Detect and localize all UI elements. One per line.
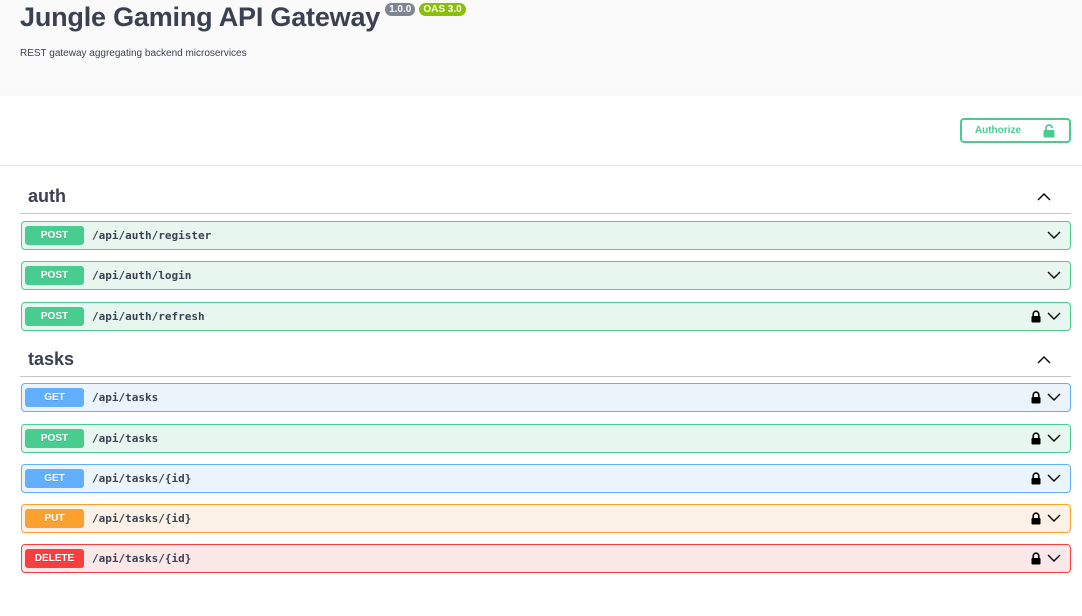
- chevron-down-icon: [1047, 312, 1061, 320]
- method-badge: GET: [25, 469, 84, 488]
- scheme-container: [0, 96, 1082, 166]
- operation-path: /api/tasks/{id}: [92, 512, 192, 525]
- lock-icon[interactable]: [1031, 432, 1041, 445]
- version-badge: 1.0.0: [385, 3, 416, 16]
- operation-icons: [1031, 432, 1061, 445]
- tag-header-auth[interactable]: auth: [20, 180, 1071, 214]
- method-badge: POST: [25, 226, 84, 245]
- operation-post-api-auth-register[interactable]: POST /api/auth/register: [21, 221, 1071, 250]
- lock-icon[interactable]: [1031, 552, 1041, 565]
- chevron-down-icon: [1047, 434, 1061, 442]
- operation-delete-api-tasks-id[interactable]: DELETE /api/tasks/{id}: [21, 544, 1071, 573]
- operation-path: /api/tasks/{id}: [92, 552, 192, 565]
- info-header: Jungle Gaming API Gateway 1.0.0 OAS 3.0 …: [0, 0, 1082, 96]
- operation-post-api-tasks[interactable]: POST /api/tasks: [21, 424, 1071, 453]
- operation-icons: [1031, 472, 1061, 485]
- lock-icon[interactable]: [1031, 512, 1041, 525]
- authorize-button[interactable]: Authorize: [960, 118, 1071, 143]
- lock-icon[interactable]: [1031, 391, 1041, 404]
- chevron-down-icon: [1047, 231, 1061, 239]
- operation-post-api-auth-login[interactable]: POST /api/auth/login: [21, 261, 1071, 290]
- lock-icon[interactable]: [1031, 310, 1041, 323]
- page-title: Jungle Gaming API Gateway: [20, 2, 381, 32]
- method-badge: POST: [25, 307, 84, 326]
- tag-name: tasks: [28, 349, 75, 369]
- operation-path: /api/tasks: [92, 391, 159, 404]
- operation-put-api-tasks-id[interactable]: PUT /api/tasks/{id}: [21, 504, 1071, 533]
- chevron-up-icon: [1037, 193, 1051, 201]
- operation-get-api-tasks-id[interactable]: GET /api/tasks/{id}: [21, 464, 1071, 493]
- operation-path: /api/tasks/{id}: [92, 472, 192, 485]
- method-badge: GET: [25, 388, 84, 407]
- chevron-down-icon: [1047, 393, 1061, 401]
- operation-get-api-tasks[interactable]: GET /api/tasks: [21, 383, 1071, 412]
- operation-post-api-auth-refresh[interactable]: POST /api/auth/refresh: [21, 302, 1071, 331]
- operation-icons: [1047, 231, 1061, 240]
- tag-name: auth: [28, 186, 66, 206]
- operation-path: /api/auth/register: [92, 229, 212, 242]
- chevron-down-icon: [1047, 474, 1061, 482]
- chevron-up-icon: [1037, 356, 1051, 364]
- oas-badge: OAS 3.0: [419, 3, 466, 16]
- unlocked-padlock-icon: [1043, 123, 1055, 137]
- operation-icons: [1031, 552, 1061, 565]
- method-badge: DELETE: [25, 549, 84, 568]
- authorize-label: Authorize: [974, 125, 1021, 136]
- api-description: REST gateway aggregating backend microse…: [20, 48, 247, 59]
- chevron-down-icon: [1047, 514, 1061, 522]
- operation-icons: [1031, 512, 1061, 525]
- tag-header-tasks[interactable]: tasks: [20, 343, 1071, 377]
- method-badge: POST: [25, 429, 84, 448]
- operation-icons: [1031, 391, 1061, 404]
- operation-icons: [1031, 310, 1061, 323]
- operation-path: /api/auth/login: [92, 269, 192, 282]
- title-row: Jungle Gaming API Gateway 1.0.0 OAS 3.0: [20, 0, 466, 34]
- operation-icons: [1047, 271, 1061, 280]
- method-badge: PUT: [25, 509, 84, 528]
- chevron-down-icon: [1047, 271, 1061, 279]
- operation-path: /api/auth/refresh: [92, 310, 205, 323]
- chevron-down-icon: [1047, 554, 1061, 562]
- method-badge: POST: [25, 266, 84, 285]
- operation-path: /api/tasks: [92, 432, 159, 445]
- lock-icon[interactable]: [1031, 472, 1041, 485]
